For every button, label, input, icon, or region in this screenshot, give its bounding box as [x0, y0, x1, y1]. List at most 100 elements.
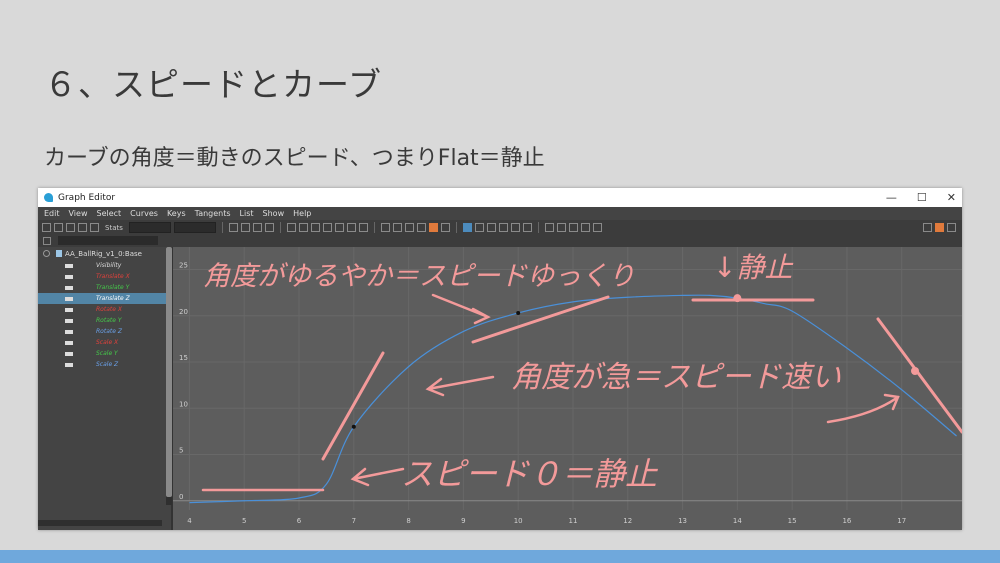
filter-bar [38, 235, 962, 247]
keyframe-point [351, 424, 356, 429]
channel-label: Scale Z [96, 361, 119, 368]
post-infinity-cycle-icon[interactable] [510, 223, 520, 232]
lock-tangent-weight-icon[interactable] [416, 223, 426, 232]
dope-sheet-icon[interactable] [935, 223, 944, 232]
y-tick-label: 20 [179, 308, 188, 316]
step-tangent-icon[interactable] [346, 223, 356, 232]
channel-row[interactable]: Rotate X [38, 304, 171, 315]
window-titlebar[interactable]: Graph Editor — ☐ ✕ [38, 188, 962, 207]
frame-all-icon[interactable] [228, 223, 238, 232]
menu-edit[interactable]: Edit [44, 209, 60, 218]
graph-view[interactable]: 4 5 6 7 8 9 10 11 12 13 14 15 16 17 0 5 10 15 20 25 角度がゆるやか… [173, 247, 962, 530]
spline-tangent-icon[interactable] [298, 223, 308, 232]
outliner-root-row[interactable]: AA_BallRig_v1_0:Base [38, 247, 171, 260]
channel-visibility-icon[interactable] [65, 285, 73, 290]
channel-visibility-icon[interactable] [65, 318, 73, 323]
keyframe-highlight [911, 367, 919, 375]
frame-selection-icon[interactable] [240, 223, 250, 232]
free-tangent-weight-icon[interactable] [404, 223, 414, 232]
channel-visibility-icon[interactable] [65, 351, 73, 356]
scrollbar-thumb[interactable] [166, 247, 172, 497]
channel-row[interactable]: Translate Y [38, 282, 171, 293]
filter-search-field[interactable] [58, 236, 158, 245]
channel-row[interactable]: Rotate Y [38, 315, 171, 326]
channel-label: Scale X [96, 339, 119, 346]
retime-tool-icon[interactable] [90, 223, 99, 232]
insert-key-tool-icon[interactable] [54, 223, 63, 232]
break-tangents-icon[interactable] [380, 223, 390, 232]
center-current-time-icon[interactable] [264, 223, 274, 232]
menu-select[interactable]: Select [96, 209, 121, 218]
x-tick-label: 13 [678, 517, 687, 525]
menu-keys[interactable]: Keys [167, 209, 186, 218]
channel-visibility-icon[interactable] [65, 329, 73, 334]
move-view-icon[interactable] [923, 223, 932, 232]
time-snap-icon[interactable] [568, 223, 578, 232]
channel-row[interactable]: Translate X [38, 271, 171, 282]
channel-row[interactable]: Scale X [38, 337, 171, 348]
channel-row[interactable]: Visibility [38, 260, 171, 271]
auto-load-icon[interactable] [428, 223, 438, 232]
stacked-curves-icon[interactable] [462, 223, 472, 232]
region-tool-icon[interactable] [78, 223, 87, 232]
close-button[interactable]: ✕ [947, 191, 956, 204]
menu-view[interactable]: View [69, 209, 88, 218]
x-tick-label: 8 [406, 517, 410, 525]
graph-editor-window: Graph Editor — ☐ ✕ Edit View Select Curv… [38, 188, 962, 530]
channel-visibility-icon[interactable] [65, 274, 73, 279]
menu-list[interactable]: List [240, 209, 254, 218]
pre-infinity-cycle-icon[interactable] [498, 223, 508, 232]
filter-icon[interactable] [43, 237, 51, 245]
clamped-tangent-icon[interactable] [310, 223, 320, 232]
trax-editor-icon[interactable] [947, 223, 956, 232]
curve-snap-icon[interactable] [544, 223, 554, 232]
auto-tangent-icon[interactable] [286, 223, 296, 232]
channel-visibility-icon[interactable] [65, 362, 73, 367]
curve-sync-icon[interactable] [592, 223, 602, 232]
outliner-vertical-scrollbar[interactable] [166, 247, 172, 505]
maximize-button[interactable]: ☐ [917, 191, 927, 204]
channel-visibility-icon[interactable] [65, 263, 73, 268]
annotation-gentle-slope: 角度がゆるやか＝スピードゆっくり [203, 261, 635, 292]
plateau-tangent-icon[interactable] [358, 223, 368, 232]
channel-row[interactable]: Translate Z [38, 293, 171, 304]
x-tick-label: 6 [297, 517, 302, 525]
toolbar: Stats [38, 220, 962, 235]
toolbar-separator [373, 222, 375, 233]
collapse-toggle-icon[interactable] [43, 250, 50, 257]
buffer-curve-icon[interactable] [522, 223, 532, 232]
stats-value-field[interactable] [173, 222, 216, 233]
curve-swap-icon[interactable] [556, 223, 566, 232]
value-snap-icon[interactable] [580, 223, 590, 232]
minimize-button[interactable]: — [886, 191, 897, 204]
denormalize-icon[interactable] [486, 223, 496, 232]
channel-visibility-icon[interactable] [65, 307, 73, 312]
x-tick-label: 17 [897, 517, 906, 525]
menu-help[interactable]: Help [293, 209, 311, 218]
channel-row[interactable]: Scale Y [38, 348, 171, 359]
outliner-horizontal-scrollbar[interactable] [38, 520, 162, 526]
channel-row[interactable]: Scale Z [38, 359, 171, 370]
toolbar-separator [537, 222, 539, 233]
linear-tangent-icon[interactable] [322, 223, 332, 232]
channel-label: Rotate Y [96, 317, 122, 324]
frame-playback-icon[interactable] [252, 223, 262, 232]
lattice-tool-icon[interactable] [66, 223, 75, 232]
channel-label: Translate X [96, 273, 130, 280]
flat-tangent-icon[interactable] [334, 223, 344, 232]
menu-curves[interactable]: Curves [130, 209, 158, 218]
maya-logo-icon [44, 193, 53, 202]
channel-visibility-icon[interactable] [65, 296, 73, 301]
graph-canvas[interactable]: 4 5 6 7 8 9 10 11 12 13 14 15 16 17 0 5 10 15 20 25 角度がゆるやか… [173, 247, 962, 530]
stats-frame-field[interactable] [128, 222, 171, 233]
move-key-tool-icon[interactable] [42, 223, 51, 232]
unify-tangents-icon[interactable] [392, 223, 402, 232]
load-selected-icon[interactable] [440, 223, 450, 232]
menu-tangents[interactable]: Tangents [195, 209, 231, 218]
menu-show[interactable]: Show [263, 209, 285, 218]
channel-row[interactable]: Rotate Z [38, 326, 171, 337]
normalize-icon[interactable] [474, 223, 484, 232]
channel-label: Rotate X [96, 306, 122, 313]
channel-visibility-icon[interactable] [65, 340, 73, 345]
x-tick-label: 4 [187, 517, 192, 525]
